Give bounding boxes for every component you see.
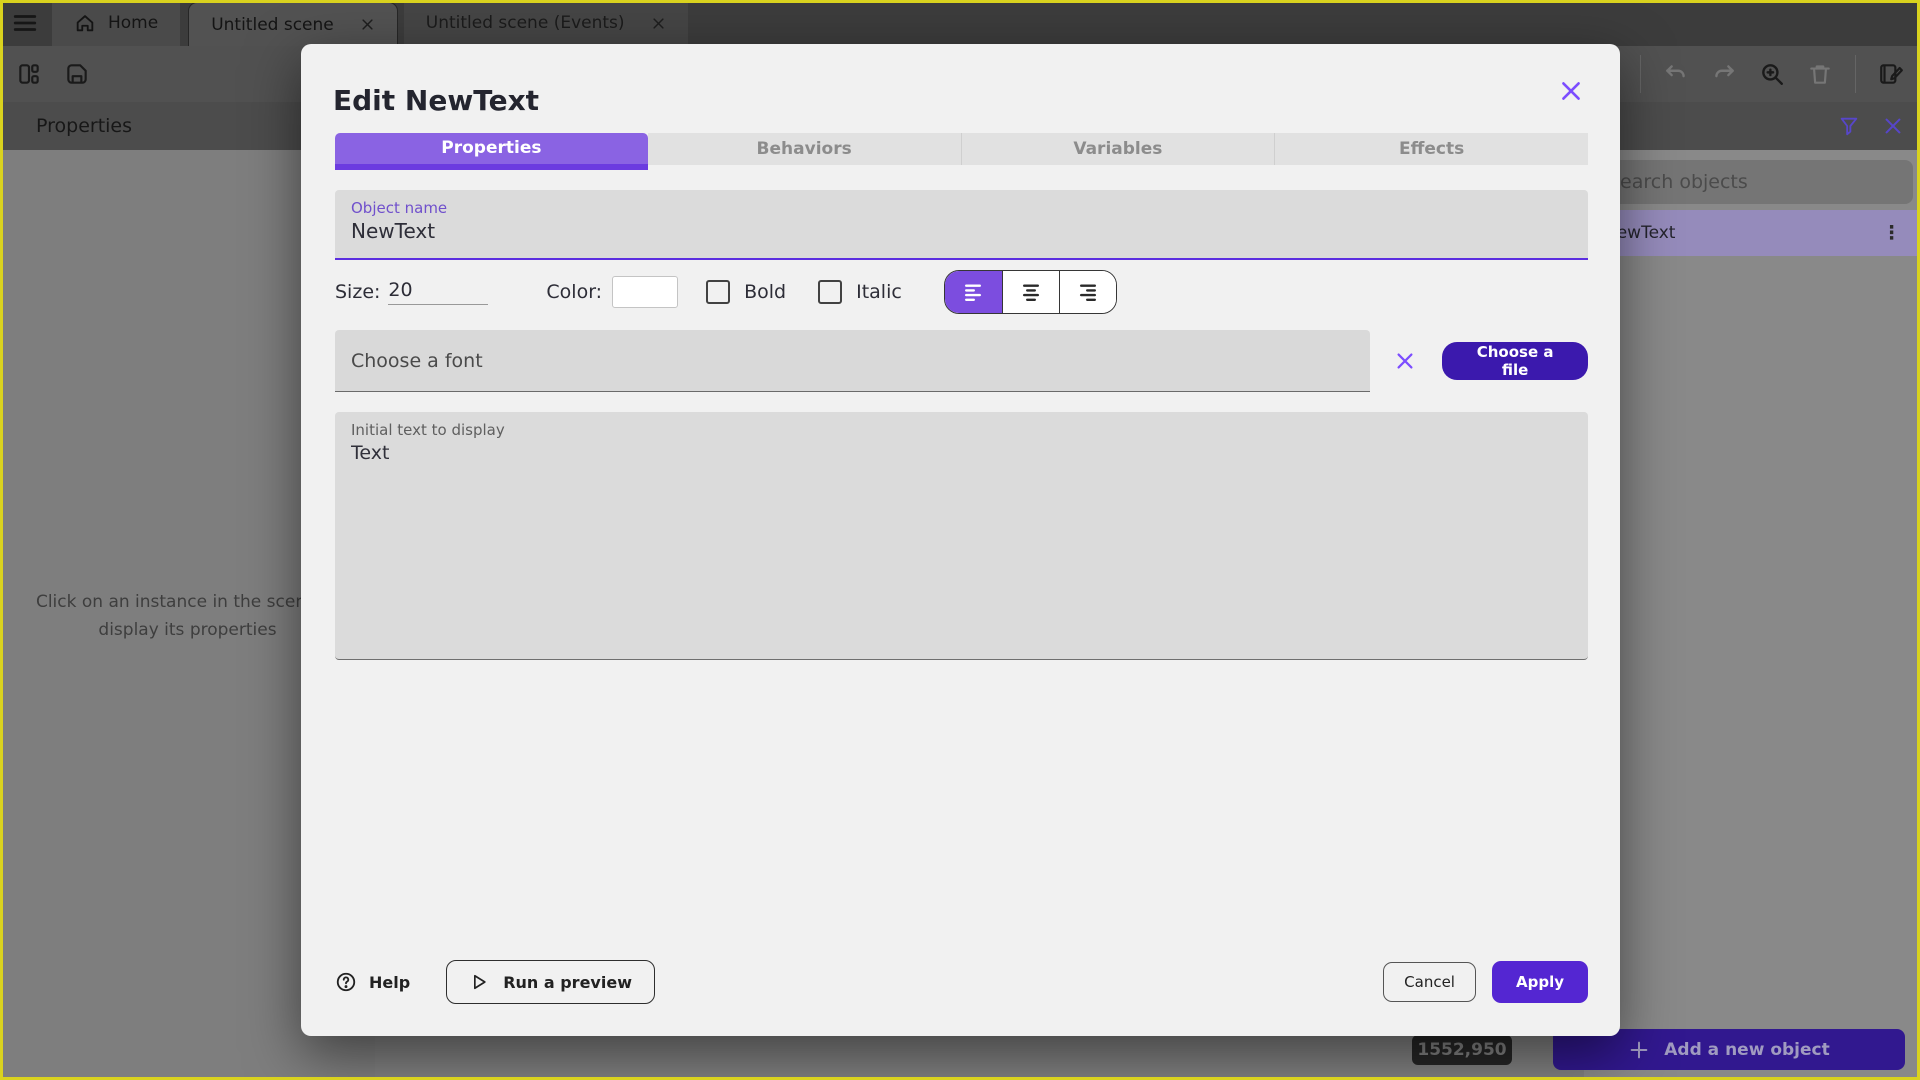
trash-icon[interactable] (1807, 61, 1833, 87)
save-icon[interactable] (64, 61, 90, 87)
zoom-in-icon[interactable] (1759, 61, 1785, 87)
align-right-icon[interactable] (1058, 271, 1116, 313)
run-preview-label: Run a preview (503, 972, 632, 992)
toolbar-separator (1855, 55, 1856, 93)
tab-scene-label: Untitled scene (211, 14, 334, 35)
objects-panel-header (1584, 102, 1920, 150)
color-label: Color: (546, 281, 603, 303)
font-select-field[interactable] (335, 330, 1371, 392)
dialog-title: Edit NewText (333, 84, 540, 117)
close-icon[interactable] (651, 16, 666, 31)
apply-button[interactable]: Apply (1491, 961, 1588, 1003)
top-tab-bar: Home Untitled scene Untitled scene (Even… (0, 0, 1920, 46)
align-center-icon[interactable] (1001, 271, 1059, 313)
tab-variables[interactable]: Variables (961, 133, 1276, 165)
size-input[interactable] (388, 279, 489, 305)
align-left-icon[interactable] (944, 271, 1002, 313)
plus-icon (1628, 1039, 1650, 1061)
tab-effects[interactable]: Effects (1275, 133, 1588, 165)
tab-home-label: Home (108, 13, 159, 33)
toolbar-separator (1640, 55, 1641, 93)
properties-panel-title: Properties (36, 115, 133, 137)
edit-object-dialog: Edit NewText Properties Behaviors Variab… (301, 44, 1620, 1036)
bold-checkbox[interactable] (706, 280, 731, 304)
hamburger-menu-icon[interactable] (0, 0, 50, 46)
close-icon[interactable] (1882, 115, 1904, 137)
run-preview-button[interactable]: Run a preview (446, 960, 655, 1004)
initial-text-input[interactable]: Text (351, 442, 1572, 632)
undo-icon[interactable] (1663, 61, 1689, 87)
help-circle-icon (335, 971, 357, 993)
italic-checkbox[interactable] (818, 280, 843, 304)
choose-file-button[interactable]: Choose a file (1442, 342, 1588, 380)
home-icon (74, 12, 96, 34)
add-object-label: Add a new object (1664, 1039, 1830, 1060)
object-list-item[interactable]: NewText ⋮ (1584, 210, 1917, 256)
tab-properties[interactable]: Properties (335, 133, 648, 170)
more-vert-icon[interactable]: ⋮ (1882, 222, 1901, 244)
cursor-coordinates-badge: 1552,950 (1412, 1035, 1512, 1065)
help-button[interactable]: Help (335, 971, 410, 993)
close-icon[interactable] (360, 17, 375, 32)
color-swatch[interactable] (612, 276, 679, 308)
object-name-input[interactable] (351, 219, 1572, 243)
layout-panels-icon[interactable] (16, 61, 42, 87)
play-icon (469, 972, 489, 992)
clear-font-icon[interactable] (1394, 350, 1416, 372)
filter-icon[interactable] (1838, 115, 1860, 137)
initial-text-label: Initial text to display (351, 421, 505, 439)
tab-behaviors[interactable]: Behaviors (647, 133, 962, 165)
objects-panel: NewText ⋮ (1584, 102, 1920, 1080)
text-style-row: Size: Color: Bold Italic (335, 268, 1588, 316)
object-name-field-label: Object name (351, 199, 448, 217)
tab-events-label: Untitled scene (Events) (425, 13, 625, 33)
dialog-footer: Help Run a preview Cancel Apply (335, 958, 1588, 1006)
help-label: Help (369, 972, 411, 992)
app-window: Home Untitled scene Untitled scene (Even… (0, 0, 1920, 1080)
edit-scene-icon[interactable] (1878, 61, 1904, 87)
cancel-button[interactable]: Cancel (1383, 962, 1476, 1002)
initial-text-field[interactable]: Initial text to display Text (335, 412, 1588, 660)
tab-untitled-scene-events[interactable]: Untitled scene (Events) (403, 0, 688, 46)
size-label: Size: (335, 281, 381, 303)
object-name-field[interactable]: Object name (335, 190, 1588, 260)
tab-untitled-scene[interactable]: Untitled scene (188, 2, 398, 46)
italic-label: Italic (856, 281, 902, 303)
dialog-close-icon[interactable] (1558, 78, 1584, 104)
bold-label: Bold (744, 281, 787, 303)
dialog-tab-bar: Properties Behaviors Variables Effects (335, 133, 1588, 170)
text-alignment-group (943, 270, 1117, 314)
font-row: Choose a file (335, 330, 1588, 392)
tab-home[interactable]: Home (52, 0, 181, 46)
redo-icon[interactable] (1711, 61, 1737, 87)
search-objects-input[interactable] (1592, 160, 1913, 204)
